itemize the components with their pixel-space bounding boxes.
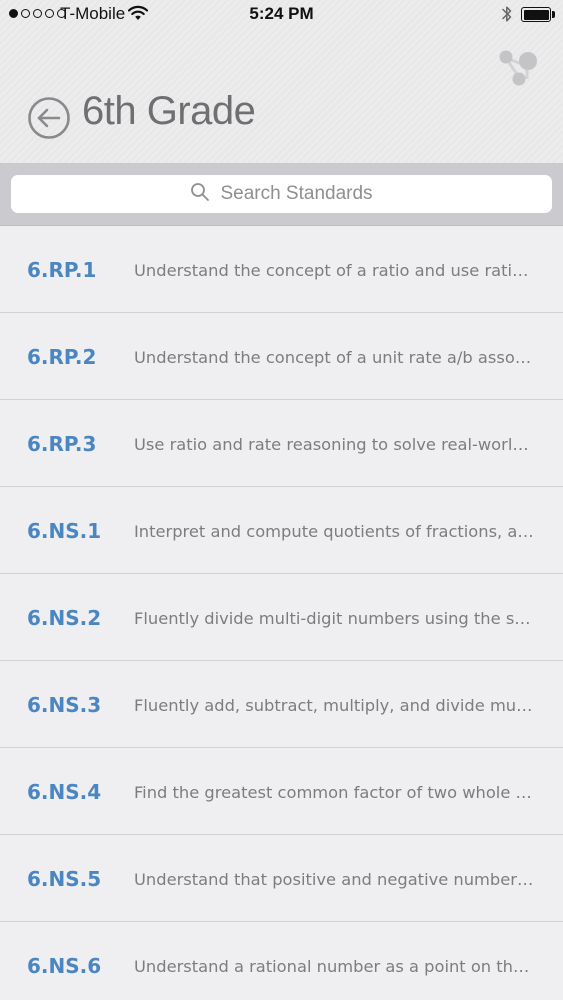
standard-code: 6.NS.3	[27, 693, 102, 717]
list-item[interactable]: 6.NS.6 Understand a rational number as a…	[0, 922, 563, 1000]
battery-tip	[552, 11, 555, 18]
standard-code: 6.RP.1	[27, 258, 97, 282]
status-time: 5:24 PM	[249, 4, 314, 23]
status-bar: T-Mobile 5:24 PM	[0, 0, 563, 30]
back-arrow-circle-icon	[28, 97, 70, 139]
standard-description: Use ratio and rate reasoning to solve re…	[134, 435, 536, 454]
list-item[interactable]: 6.NS.1 Interpret and compute quotients o…	[0, 487, 563, 574]
screen: T-Mobile 5:24 PM 6th Grade Search Standa…	[0, 0, 563, 1000]
back-button[interactable]	[27, 96, 71, 140]
list-item[interactable]: 6.RP.1 Understand the concept of a ratio…	[0, 226, 563, 313]
list-item[interactable]: 6.NS.2 Fluently divide multi-digit numbe…	[0, 574, 563, 661]
standard-description: Fluently add, subtract, multiply, and di…	[134, 696, 536, 715]
list-item[interactable]: 6.NS.5 Understand that positive and nega…	[0, 835, 563, 922]
search-input[interactable]: Search Standards	[11, 175, 552, 213]
standard-description: Interpret and compute quotients of fract…	[134, 522, 536, 541]
standard-code: 6.NS.1	[27, 519, 102, 543]
standard-description: Understand a rational number as a point …	[134, 957, 536, 976]
list-item[interactable]: 6.NS.3 Fluently add, subtract, multiply,…	[0, 661, 563, 748]
standard-description: Understand that positive and negative nu…	[134, 870, 536, 889]
search-placeholder: Search Standards	[220, 183, 373, 204]
standard-code: 6.RP.3	[27, 432, 97, 456]
search-bar-container: Search Standards	[0, 164, 563, 226]
list-item[interactable]: 6.RP.3 Use ratio and rate reasoning to s…	[0, 400, 563, 487]
standard-code: 6.NS.5	[27, 867, 102, 891]
share-nodes-icon[interactable]	[497, 48, 541, 92]
search-icon	[190, 182, 210, 206]
standard-description: Fluently divide multi-digit numbers usin…	[134, 609, 536, 628]
standard-description: Find the greatest common factor of two w…	[134, 783, 536, 802]
standard-code: 6.NS.2	[27, 606, 102, 630]
standard-code: 6.RP.2	[27, 345, 97, 369]
list-item[interactable]: 6.RP.2 Understand the concept of a unit …	[0, 313, 563, 400]
list-item[interactable]: 6.NS.4 Find the greatest common factor o…	[0, 748, 563, 835]
standard-code: 6.NS.4	[27, 780, 102, 804]
standard-description: Understand the concept of a unit rate a/…	[134, 348, 536, 367]
standard-code: 6.NS.6	[27, 954, 102, 978]
battery-level	[523, 9, 549, 20]
header: T-Mobile 5:24 PM 6th Grade	[0, 0, 563, 164]
battery-icon	[521, 7, 551, 22]
page-title: 6th Grade	[82, 89, 256, 133]
bluetooth-icon	[501, 4, 513, 28]
standard-description: Understand the concept of a ratio and us…	[134, 261, 536, 280]
standards-list: 6.RP.1 Understand the concept of a ratio…	[0, 226, 563, 1000]
